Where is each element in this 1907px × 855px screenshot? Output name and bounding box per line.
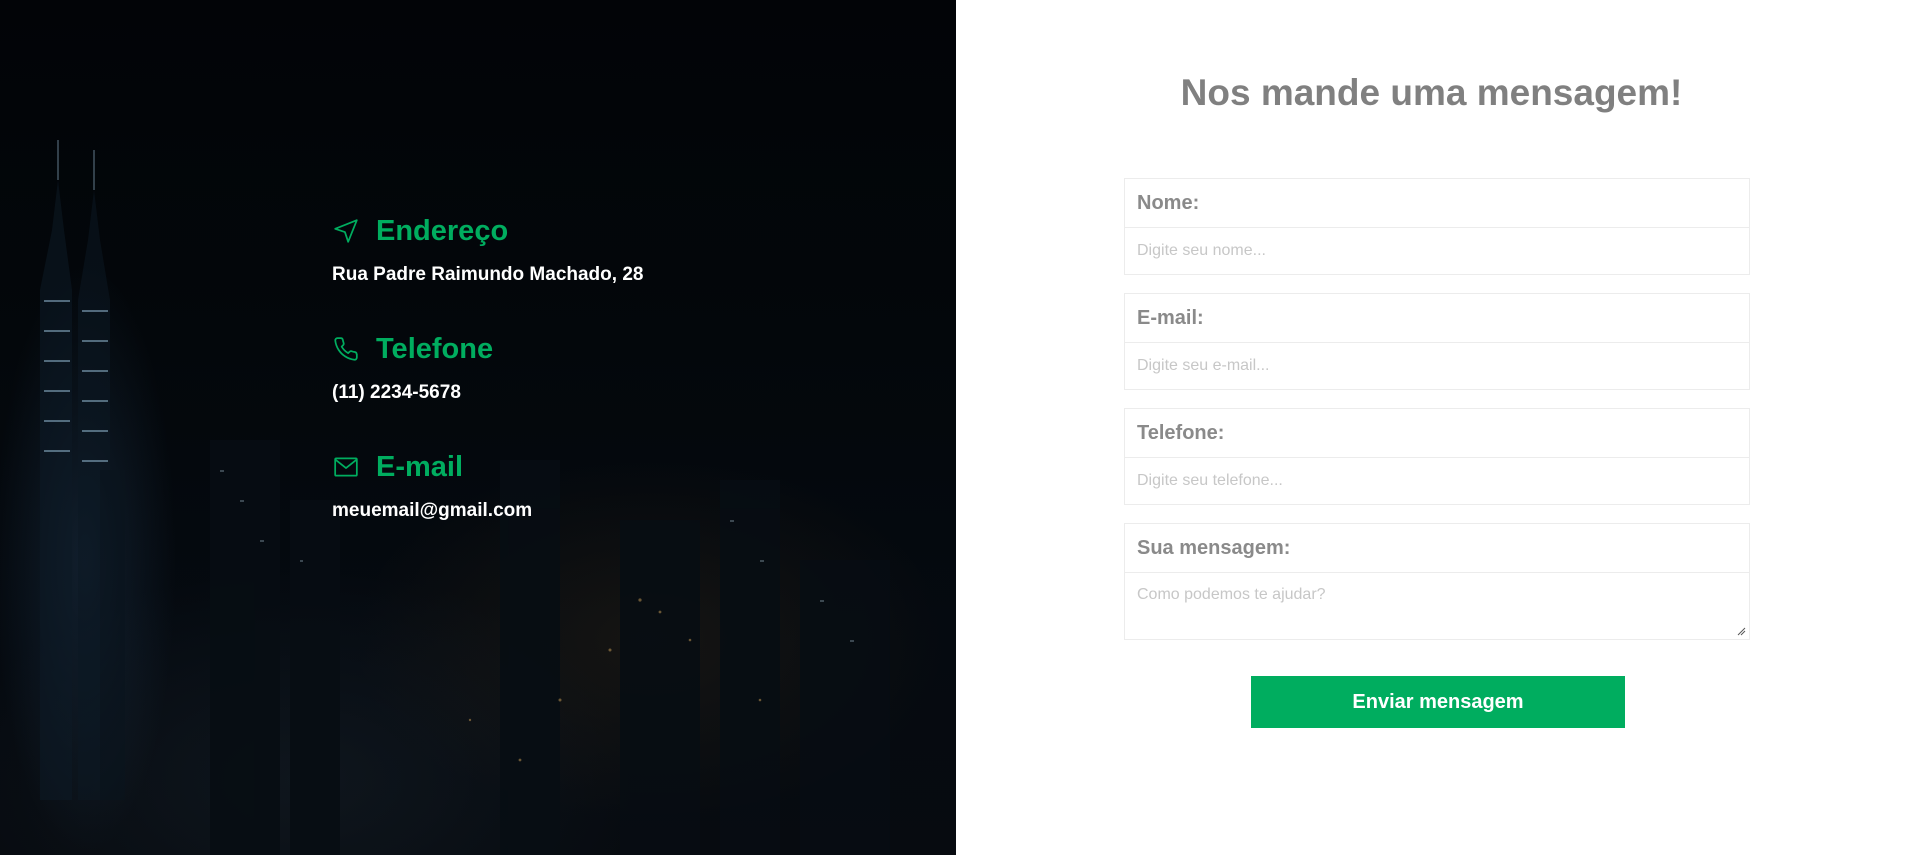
contact-info-list: Endereço Rua Padre Raimundo Machado, 28 … (332, 212, 643, 566)
email-title: E-mail (376, 450, 464, 483)
phone-block: Telefone (11) 2234-5678 (332, 330, 643, 404)
send-message-button[interactable]: Enviar mensagem (1251, 676, 1625, 728)
message-textarea[interactable]: Como podemos te ajudar? (1125, 573, 1749, 639)
email-field: E-mail: Digite seu e-mail... (1124, 293, 1750, 390)
email-input[interactable]: Digite seu e-mail... (1125, 343, 1749, 389)
resize-grip-icon[interactable] (1737, 627, 1746, 636)
message-label: Sua mensagem: (1125, 524, 1749, 573)
address-value: Rua Padre Raimundo Machado, 28 (332, 264, 644, 285)
phone-title: Telefone (376, 332, 494, 365)
message-field: Sua mensagem: Como podemos te ajudar? (1124, 523, 1750, 640)
name-label: Nome: (1125, 179, 1749, 228)
phone-input[interactable]: Digite seu telefone... (1125, 458, 1749, 504)
phone-field: Telefone: Digite seu telefone... (1124, 408, 1750, 505)
name-field: Nome: Digite seu nome... (1124, 178, 1750, 275)
phone-label: Telefone: (1125, 409, 1749, 458)
form-title: Nos mande uma mensagem! (1180, 72, 1683, 113)
email-block: E-mail meuemail@gmail.com (332, 448, 643, 522)
phone-icon (332, 335, 360, 363)
phone-value: (11) 2234-5678 (332, 382, 461, 403)
email-label: E-mail: (1125, 294, 1749, 343)
contact-form-panel: Nos mande uma mensagem! Nome: Digite seu… (956, 0, 1907, 855)
contact-page: Endereço Rua Padre Raimundo Machado, 28 … (0, 0, 1907, 855)
navigation-arrow-icon (332, 217, 360, 245)
email-value[interactable]: meuemail@gmail.com (332, 500, 643, 522)
address-block: Endereço Rua Padre Raimundo Machado, 28 (332, 212, 643, 286)
message-placeholder: Como podemos te ajudar? (1137, 586, 1326, 603)
contact-info-panel: Endereço Rua Padre Raimundo Machado, 28 … (0, 0, 956, 855)
name-input[interactable]: Digite seu nome... (1125, 228, 1749, 274)
envelope-icon (332, 453, 360, 481)
address-title: Endereço (376, 214, 509, 247)
